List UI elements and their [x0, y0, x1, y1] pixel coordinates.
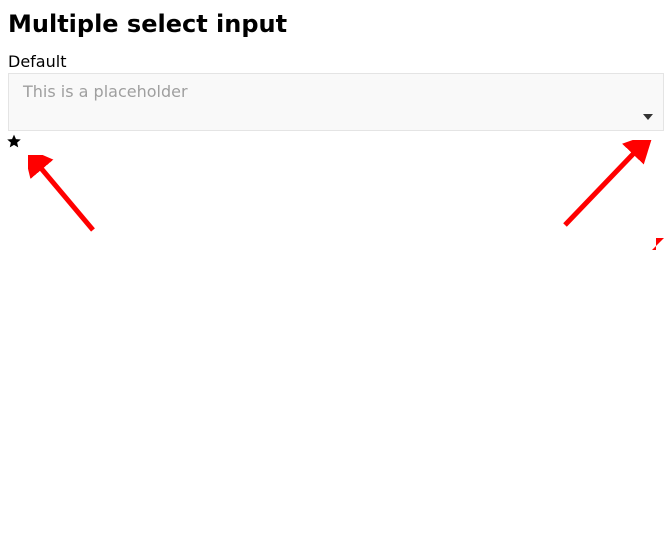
- dropdown-caret-icon: [643, 114, 653, 120]
- star-icon: [0, 131, 664, 149]
- annotation-arrow-right: [555, 140, 655, 240]
- multi-select-placeholder: This is a placeholder: [23, 82, 188, 103]
- annotation-arrow-far-right: [650, 236, 664, 256]
- field-label: Default: [0, 52, 664, 73]
- multi-select-input[interactable]: This is a placeholder: [8, 73, 664, 131]
- annotation-arrow-left: [28, 155, 108, 245]
- page-title: Multiple select input: [0, 0, 664, 52]
